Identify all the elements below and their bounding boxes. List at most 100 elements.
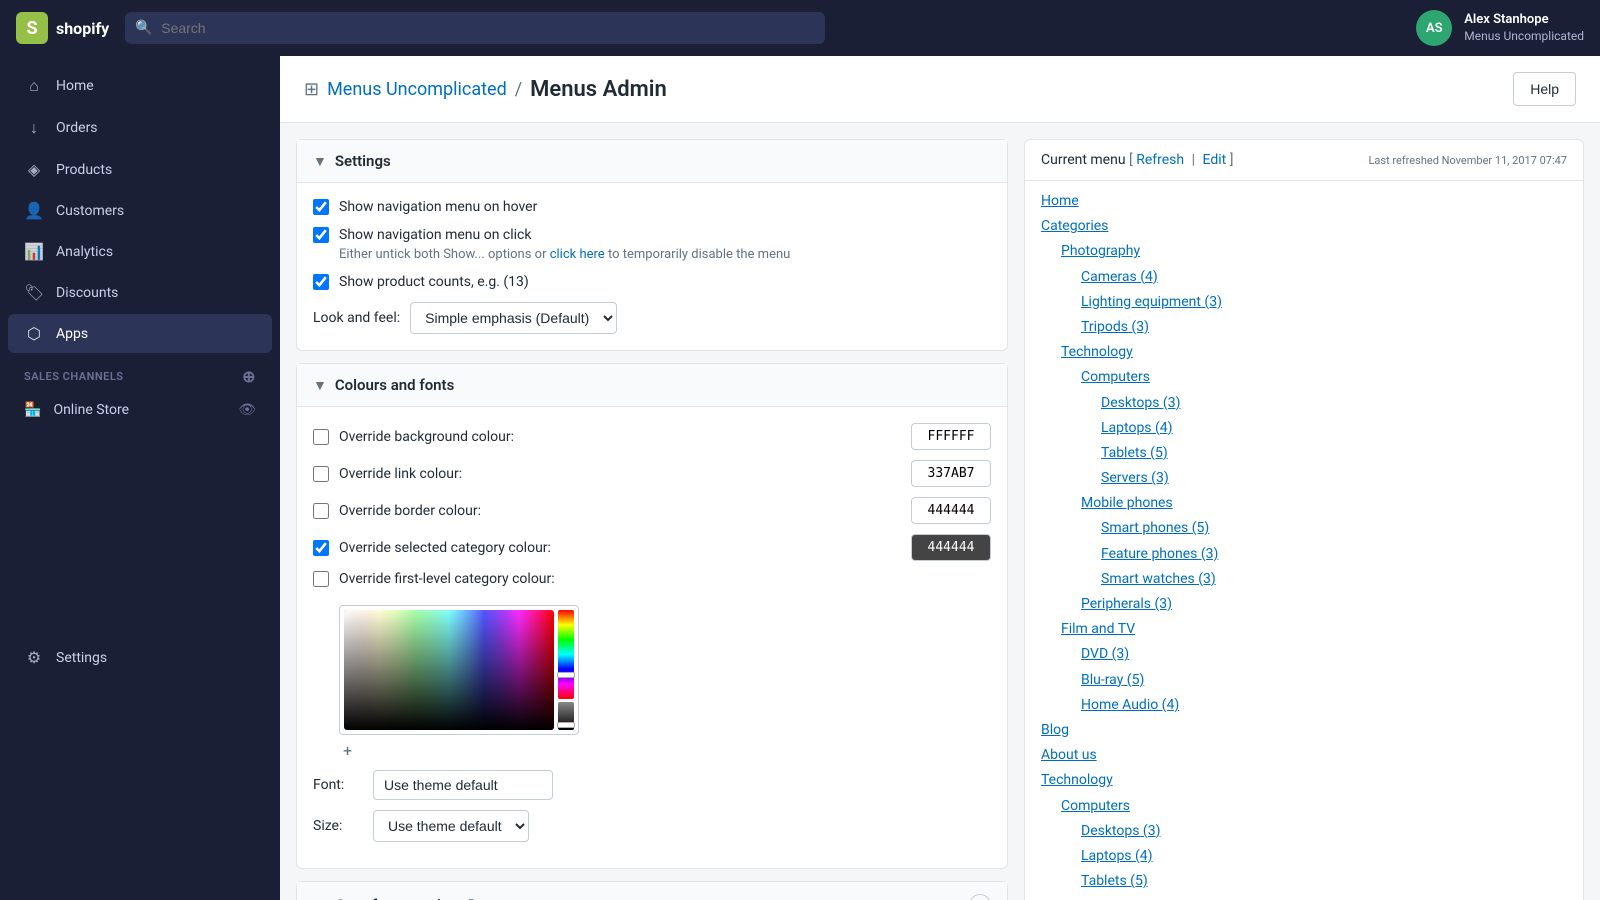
colors-panel: ▼ Colours and fonts Override background …: [296, 363, 1008, 869]
menu-item[interactable]: Desktops (3): [1041, 391, 1567, 416]
selected-color-swatch[interactable]: 444444: [911, 534, 991, 561]
breadcrumb-current: Menus Admin: [530, 77, 667, 102]
menu-item[interactable]: Tablets (5): [1041, 441, 1567, 466]
sidebar-item-settings[interactable]: ⚙ Settings: [8, 638, 272, 677]
menu-item[interactable]: Technology: [1041, 768, 1567, 793]
settings-panel-header: ▼ Settings: [297, 140, 1007, 183]
menu-item[interactable]: Home Audio (4): [1041, 693, 1567, 718]
menu-item[interactable]: Desktops (3): [1041, 819, 1567, 844]
hover-checkbox[interactable]: [313, 199, 329, 215]
hue-slider[interactable]: [558, 610, 574, 699]
color-gradient-area[interactable]: [344, 610, 554, 730]
add-color-icon[interactable]: +: [343, 741, 352, 760]
menu-item[interactable]: Technology: [1041, 340, 1567, 365]
search-icon: 🔍: [135, 20, 152, 36]
selected-color-label: Override selected category colour:: [339, 540, 901, 556]
sidebar-item-home[interactable]: ⌂ Home: [8, 66, 272, 106]
hover-label: Show navigation menu on hover: [339, 199, 537, 215]
sidebar-item-online-store[interactable]: 🏪 Online Store 👁: [8, 392, 272, 428]
border-color-checkbox[interactable]: [313, 503, 329, 519]
eye-icon[interactable]: 👁: [238, 402, 256, 418]
left-column: ▼ Settings Show navigation menu on hover…: [296, 139, 1008, 900]
color-picker-bottom: +: [339, 739, 579, 762]
menu-item[interactable]: Home: [1041, 189, 1567, 214]
look-feel-select[interactable]: Simple emphasis (Default) Classic Modern: [410, 302, 617, 334]
alpha-slider[interactable]: [558, 702, 574, 730]
click-checkbox[interactable]: [313, 227, 329, 243]
counts-checkbox[interactable]: [313, 274, 329, 290]
link-color-checkbox[interactable]: [313, 466, 329, 482]
font-row: Font:: [313, 770, 991, 800]
sidebar-item-orders[interactable]: ↓ Orders: [8, 108, 272, 148]
shopify-logo-icon: S: [16, 12, 48, 44]
refresh-menu-link[interactable]: Refresh: [1136, 152, 1184, 168]
first-level-color-row: Override first-level category colour:: [313, 571, 991, 587]
sales-channels-label: SALES CHANNELS ⊕: [0, 355, 280, 390]
top-navigation: S shopify 🔍 AS Alex Stanhope Menus Uncom…: [0, 0, 1600, 56]
menu-item[interactable]: Computers: [1041, 794, 1567, 819]
help-button[interactable]: Help: [1513, 72, 1576, 106]
font-input[interactable]: [373, 770, 553, 800]
settings-chevron-icon[interactable]: ▼: [313, 153, 327, 170]
search-input[interactable]: [125, 12, 825, 44]
shopify-logo[interactable]: S shopify: [16, 12, 109, 44]
menu-item[interactable]: Cameras (4): [1041, 265, 1567, 290]
storefront-chevron-icon[interactable]: ▼: [313, 896, 328, 900]
bg-color-checkbox[interactable]: [313, 429, 329, 445]
menu-item[interactable]: Laptops (4): [1041, 416, 1567, 441]
bg-color-swatch[interactable]: FFFFFF: [911, 423, 991, 450]
apps-icon: ⬡: [24, 324, 44, 343]
home-icon: ⌂: [24, 76, 44, 96]
menu-item[interactable]: Servers (3): [1041, 466, 1567, 491]
discounts-icon: 🏷: [24, 283, 44, 302]
menu-item[interactable]: Lighting equipment (3): [1041, 290, 1567, 315]
colors-chevron-icon[interactable]: ▼: [313, 377, 327, 394]
counts-label: Show product counts, e.g. (13): [339, 274, 529, 290]
link-color-swatch[interactable]: 337AB7: [911, 460, 991, 487]
sidebar-item-discounts[interactable]: 🏷 Discounts: [8, 273, 272, 312]
selected-color-checkbox[interactable]: [313, 540, 329, 556]
orders-icon: ↓: [24, 118, 44, 138]
menu-item[interactable]: Blog: [1041, 718, 1567, 743]
border-color-row: Override border colour: 444444: [313, 497, 991, 524]
menu-item[interactable]: About us: [1041, 743, 1567, 768]
sidebar-item-analytics[interactable]: 📊 Analytics: [8, 232, 272, 271]
current-menu-panel: Current menu [ Refresh | Edit ] Last ref…: [1024, 139, 1584, 900]
edit-menu-link[interactable]: Edit: [1203, 152, 1227, 168]
menu-item[interactable]: Smart watches (3): [1041, 567, 1567, 592]
size-row: Size: Use theme default Small Medium Lar…: [313, 810, 991, 842]
settings-panel-body: Show navigation menu on hover Show navig…: [297, 183, 1007, 350]
breadcrumb-app-link[interactable]: Menus Uncomplicated: [327, 79, 507, 100]
menu-item[interactable]: Laptops (4): [1041, 844, 1567, 869]
color-picker-box: [339, 605, 579, 735]
menu-item[interactable]: Film and TV: [1041, 617, 1567, 642]
first-level-color-checkbox[interactable]: [313, 571, 329, 587]
menu-item[interactable]: Tripods (3): [1041, 315, 1567, 340]
sidebar-item-products[interactable]: ◈ Products: [8, 150, 272, 189]
menu-item[interactable]: Blu-ray (5): [1041, 668, 1567, 693]
menu-item[interactable]: Photography: [1041, 239, 1567, 264]
menu-item[interactable]: Tablets (5): [1041, 869, 1567, 894]
disable-hint-text: Either untick both Show... options or cl…: [339, 247, 991, 262]
click-here-link[interactable]: click here: [550, 247, 605, 262]
app-grid-icon: ⊞: [304, 79, 319, 100]
look-feel-row: Look and feel: Simple emphasis (Default)…: [313, 302, 991, 334]
add-sales-channel-icon[interactable]: ⊕: [242, 367, 256, 386]
menu-tree: HomeCategoriesPhotographyCameras (4)Ligh…: [1025, 181, 1583, 900]
border-color-swatch[interactable]: 444444: [911, 497, 991, 524]
menu-item[interactable]: Categories: [1041, 214, 1567, 239]
color-sliders: [558, 610, 574, 730]
color-picker-popup: +: [339, 605, 579, 762]
sidebar-item-apps[interactable]: ⬡ Apps: [8, 314, 272, 353]
shopify-logo-text: shopify: [56, 19, 109, 38]
menu-item[interactable]: Mobile phones: [1041, 491, 1567, 516]
sidebar-item-customers[interactable]: 👤 Customers: [8, 191, 272, 230]
size-select[interactable]: Use theme default Small Medium Large: [373, 810, 529, 842]
storefront-help-icon[interactable]: ?: [969, 894, 991, 900]
menu-item[interactable]: Computers: [1041, 365, 1567, 390]
menu-item[interactable]: Smart phones (5): [1041, 516, 1567, 541]
menu-item[interactable]: Peripherals (3): [1041, 592, 1567, 617]
menu-item[interactable]: Feature phones (3): [1041, 542, 1567, 567]
menu-item[interactable]: DVD (3): [1041, 642, 1567, 667]
page-header: ⊞ Menus Uncomplicated / Menus Admin Help: [280, 56, 1600, 123]
